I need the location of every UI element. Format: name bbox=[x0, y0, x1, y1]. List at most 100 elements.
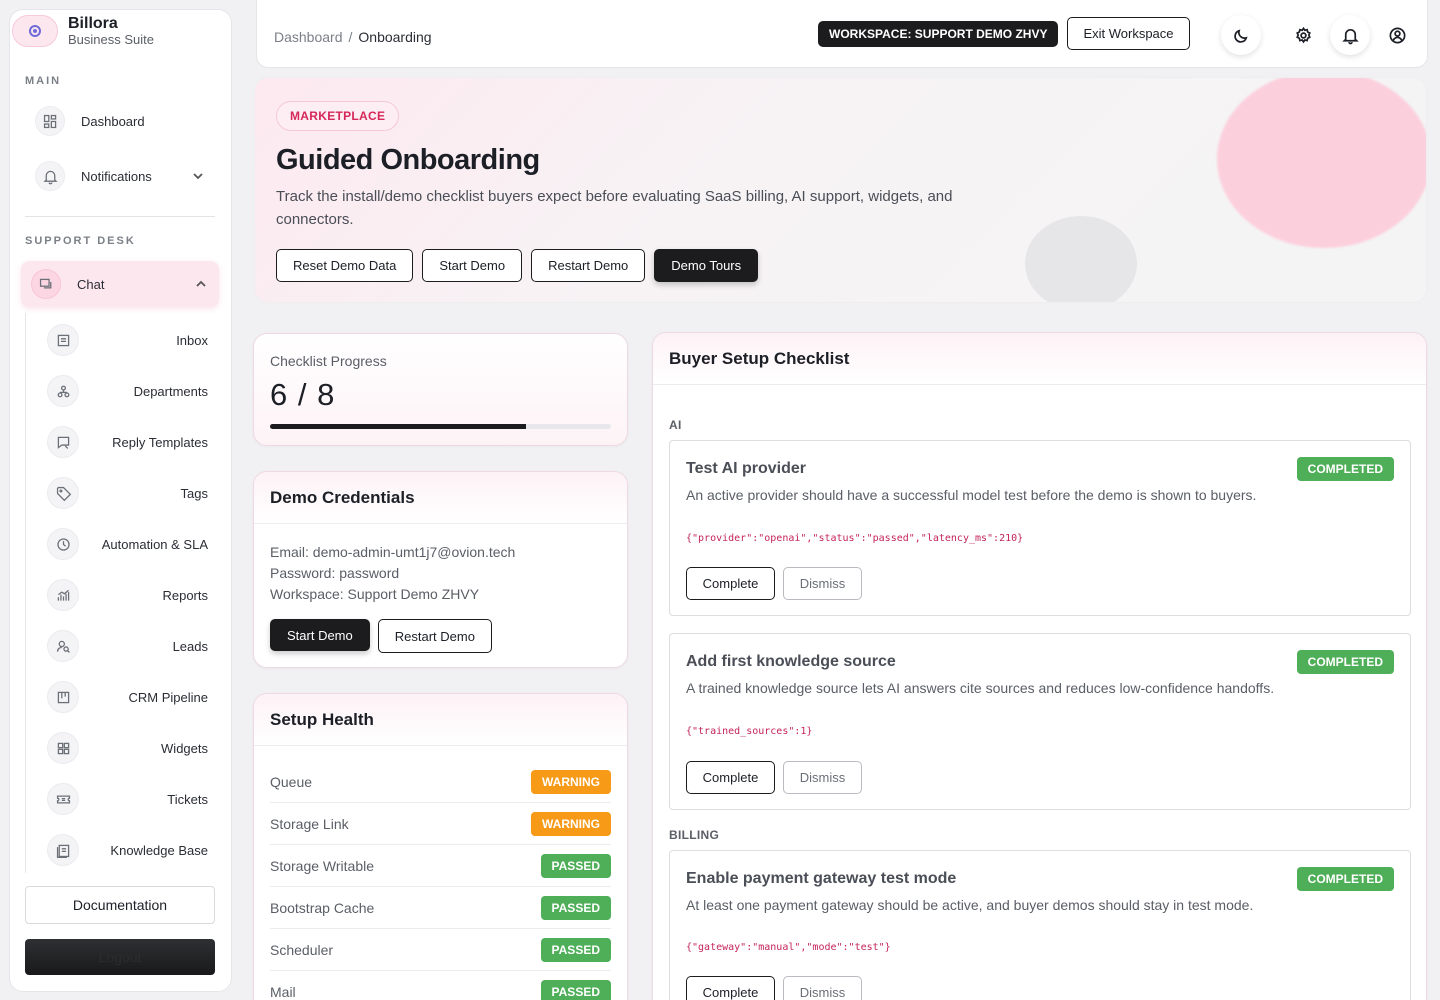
chat-icon bbox=[31, 269, 61, 299]
status-badge: COMPLETED bbox=[1296, 650, 1394, 674]
sidebar-item-tickets[interactable]: Tickets bbox=[47, 779, 208, 819]
notifications-button[interactable] bbox=[1330, 15, 1370, 55]
status-badge: PASSED bbox=[540, 937, 611, 962]
health-item-name: Storage Link bbox=[270, 815, 349, 832]
start-demo-button[interactable]: Start Demo bbox=[270, 619, 370, 651]
credential-password: Password: password bbox=[270, 565, 400, 581]
workspace-badge: WORKSPACE: SUPPORT DEMO ZHVY bbox=[818, 21, 1059, 47]
task-title: Add first knowledge source bbox=[686, 653, 896, 670]
progress-fill bbox=[270, 424, 526, 429]
sidebar-item-label: Tags bbox=[180, 485, 208, 501]
brand[interactable]: Billora Business Suite bbox=[10, 12, 231, 50]
health-item-name: Mail bbox=[270, 983, 296, 1000]
health-row-scheduler: Scheduler PASSED bbox=[270, 929, 611, 971]
status-badge: COMPLETED bbox=[1296, 457, 1394, 481]
sidebar-item-automation-sla[interactable]: Automation & SLA bbox=[47, 524, 208, 564]
reset-demo-data-button[interactable]: Reset Demo Data bbox=[276, 249, 414, 282]
task-meta-json: {"trained_sources":1} bbox=[686, 726, 813, 737]
documentation-button[interactable]: Documentation bbox=[25, 886, 215, 924]
sidebar-item-label: Knowledge Base bbox=[110, 842, 208, 858]
group-label-ai: AI bbox=[669, 418, 682, 432]
sidebar-item-notifications[interactable]: Notifications bbox=[25, 154, 216, 198]
dismiss-button[interactable]: Dismiss bbox=[783, 761, 862, 794]
demo-credentials-card: Demo Credentials Email: demo-admin-umt1j… bbox=[253, 471, 628, 668]
sidebar-item-reply-templates[interactable]: Reply Templates bbox=[47, 422, 208, 462]
hero-description: Track the install/demo checklist buyers … bbox=[276, 188, 953, 228]
logout-button[interactable]: Logout bbox=[25, 939, 215, 975]
sidebar-item-label: Inbox bbox=[176, 332, 208, 348]
page-title: Guided Onboarding bbox=[276, 144, 540, 176]
demo-tours-button[interactable]: Demo Tours bbox=[654, 249, 759, 282]
sidebar-item-label: Notifications bbox=[81, 168, 152, 184]
complete-button[interactable]: Complete bbox=[686, 567, 775, 600]
sidebar-item-knowledge-base[interactable]: Knowledge Base bbox=[47, 830, 208, 870]
breadcrumb-root[interactable]: Dashboard bbox=[274, 29, 343, 45]
card-title: Demo Credentials bbox=[254, 472, 627, 524]
sidebar-item-chat[interactable]: Chat bbox=[21, 261, 219, 307]
task-title: Test AI provider bbox=[686, 460, 807, 477]
sidebar-item-crm-pipeline[interactable]: CRM Pipeline bbox=[47, 677, 208, 717]
status-badge: WARNING bbox=[531, 769, 611, 794]
sidebar-item-inbox[interactable]: Inbox bbox=[47, 320, 208, 360]
complete-button[interactable]: Complete bbox=[686, 976, 775, 1000]
sidebar-item-tags[interactable]: Tags bbox=[47, 473, 208, 513]
sidebar-item-leads[interactable]: Leads bbox=[47, 626, 208, 666]
widgets-icon bbox=[47, 732, 79, 764]
marketplace-tag: MARKETPLACE bbox=[276, 101, 400, 131]
credential-workspace: Workspace: Support Demo ZHVY bbox=[270, 586, 480, 602]
sidebar-item-label: Tickets bbox=[167, 791, 208, 807]
sidebar-item-reports[interactable]: Reports bbox=[47, 575, 208, 615]
sidebar-item-label: Dashboard bbox=[81, 113, 145, 129]
sidebar-item-label: Reports bbox=[162, 587, 208, 603]
breadcrumb: Dashboard / Onboarding bbox=[274, 29, 432, 45]
credential-actions: Start Demo Restart Demo bbox=[270, 619, 492, 653]
sidebar-item-label: Reply Templates bbox=[112, 434, 208, 450]
buyer-setup-checklist-card: Buyer Setup Checklist AI Test AI provide… bbox=[652, 332, 1427, 1000]
dismiss-button[interactable]: Dismiss bbox=[783, 976, 862, 1000]
sidebar-item-widgets[interactable]: Widgets bbox=[47, 728, 208, 768]
health-row-mail: Mail PASSED bbox=[270, 971, 611, 1000]
chevron-down-icon bbox=[193, 173, 203, 180]
profile-button[interactable] bbox=[1377, 15, 1417, 55]
task-actions: Complete Dismiss bbox=[686, 976, 862, 1000]
health-row-storage-writable: Storage Writable PASSED bbox=[270, 845, 611, 887]
gear-icon bbox=[1295, 26, 1311, 43]
health-item-name: Storage Writable bbox=[270, 857, 375, 874]
pipeline-icon bbox=[47, 681, 79, 713]
task-description: A trained knowledge source lets AI answe… bbox=[686, 680, 1275, 696]
dismiss-button[interactable]: Dismiss bbox=[783, 567, 862, 600]
restart-demo-button[interactable]: Restart Demo bbox=[377, 619, 492, 653]
theme-toggle-button[interactable] bbox=[1221, 15, 1261, 55]
task-description: At least one payment gateway should be a… bbox=[686, 897, 1254, 913]
sidebar-item-departments[interactable]: Departments bbox=[47, 371, 208, 411]
sidebar-item-dashboard[interactable]: Dashboard bbox=[25, 99, 216, 143]
submenu-line bbox=[25, 313, 26, 873]
status-badge: WARNING bbox=[531, 811, 611, 836]
status-badge: COMPLETED bbox=[1296, 867, 1394, 891]
task-actions: Complete Dismiss bbox=[686, 567, 862, 600]
tag-icon bbox=[47, 477, 79, 509]
sidebar-item-label: CRM Pipeline bbox=[128, 689, 208, 705]
start-demo-button[interactable]: Start Demo bbox=[422, 249, 523, 282]
health-item-name: Scheduler bbox=[270, 941, 334, 958]
restart-demo-button[interactable]: Restart Demo bbox=[531, 249, 646, 282]
sidebar-item-label: Chat bbox=[77, 276, 105, 292]
leads-icon bbox=[47, 630, 79, 662]
brand-name: Billora bbox=[68, 15, 118, 32]
complete-button[interactable]: Complete bbox=[686, 761, 775, 794]
moon-icon bbox=[1233, 28, 1248, 43]
bell-icon bbox=[1341, 28, 1359, 44]
bell-icon bbox=[35, 161, 65, 191]
setup-health-card: Setup Health Queue WARNING Storage Link … bbox=[253, 693, 628, 1000]
exit-workspace-button[interactable]: Exit Workspace bbox=[1067, 17, 1190, 50]
checklist-progress-card: Checklist Progress 6 / 8 bbox=[253, 333, 628, 446]
decorative-blob bbox=[1217, 78, 1426, 248]
status-badge: PASSED bbox=[540, 895, 611, 920]
settings-button[interactable] bbox=[1283, 15, 1323, 55]
sidebar: Billora Business Suite MAIN Dashboard No… bbox=[9, 9, 232, 992]
logo-icon bbox=[12, 15, 58, 47]
task-title: Enable payment gateway test mode bbox=[686, 870, 957, 887]
topbar: Dashboard / Onboarding WORKSPACE: SUPPORT … bbox=[256, 0, 1428, 68]
card-title: Setup Health bbox=[254, 694, 627, 746]
section-label-main: MAIN bbox=[25, 75, 62, 87]
